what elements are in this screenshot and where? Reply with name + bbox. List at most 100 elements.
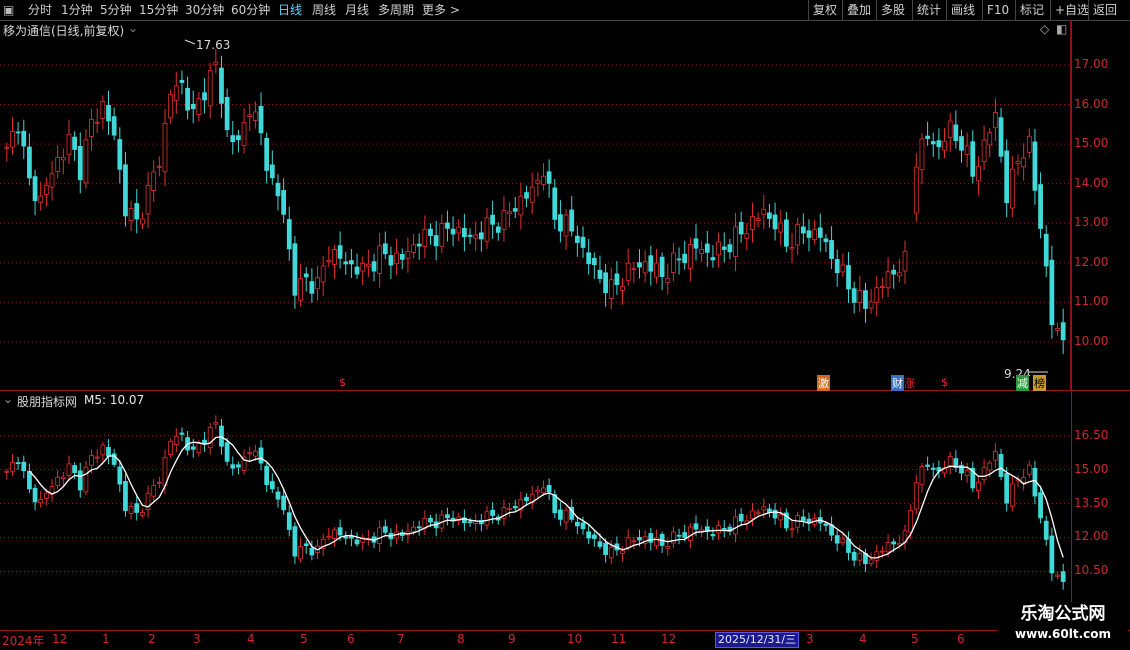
- candle-body: [377, 245, 383, 274]
- candle-body: [529, 186, 535, 203]
- indicator-tick-label: 13.50: [1074, 495, 1109, 510]
- marker-reduce[interactable]: 减: [1016, 375, 1029, 391]
- candle-body: [851, 551, 857, 561]
- candle-body: [281, 495, 286, 511]
- candle-body: [930, 467, 936, 470]
- time-tick-label: 3: [193, 632, 201, 646]
- price-tick-label: 12.00: [1074, 254, 1109, 269]
- candle-body: [880, 286, 885, 289]
- candle-body: [913, 166, 919, 214]
- candle-body: [354, 539, 360, 545]
- candle-body: [292, 526, 298, 557]
- candlestick-chart[interactable]: [0, 0, 1130, 650]
- candle-body: [998, 117, 1004, 157]
- candle-body: [755, 511, 761, 514]
- candle-body: [710, 257, 716, 261]
- candle-body: [930, 141, 936, 145]
- indicator-tick-label: 10.50: [1074, 563, 1109, 578]
- candle-body: [100, 444, 106, 456]
- time-tick-label: 4: [247, 632, 255, 646]
- candle-body: [1021, 477, 1027, 484]
- time-tick-label: 1: [102, 632, 110, 646]
- candle-body: [275, 182, 281, 197]
- candle-body: [699, 248, 705, 255]
- candle-body: [767, 212, 772, 219]
- candle-body: [286, 512, 292, 530]
- indicator-collapse-icon[interactable]: ⌄: [3, 392, 13, 406]
- candle-body: [885, 542, 891, 553]
- candle-body: [190, 103, 196, 110]
- candle-body: [156, 481, 162, 484]
- candle-body: [145, 184, 151, 215]
- candle-body: [72, 465, 77, 474]
- candle-body: [213, 61, 219, 66]
- candle-body: [970, 141, 976, 177]
- candle-body: [524, 192, 529, 199]
- candle-body: [38, 498, 44, 504]
- candle-body: [213, 422, 219, 425]
- candle-body: [343, 261, 349, 265]
- candle-body: [38, 195, 44, 203]
- candle-body: [354, 266, 360, 275]
- marker-list[interactable]: 榜: [1033, 375, 1046, 391]
- candle-body: [597, 269, 603, 279]
- candle-body: [541, 487, 546, 494]
- candle-body: [772, 509, 778, 519]
- marker-incentive[interactable]: 激: [817, 375, 830, 391]
- candle-body: [360, 263, 366, 272]
- candle-body: [156, 165, 162, 168]
- candle-body: [580, 236, 586, 248]
- marker-dollar[interactable]: $: [339, 376, 346, 389]
- marker-dollar-2[interactable]: $: [941, 376, 948, 389]
- candle-body: [10, 461, 15, 472]
- candle-body: [693, 238, 699, 249]
- candle-body: [60, 476, 66, 479]
- candle-body: [21, 130, 27, 147]
- candle-body: [207, 70, 213, 107]
- candle-body: [987, 462, 993, 471]
- candle-body: [829, 240, 834, 259]
- candle-body: [106, 447, 111, 457]
- marker-finance[interactable]: 财: [891, 375, 904, 391]
- indicator-title: 股朋指标网: [17, 395, 78, 409]
- candle-body: [185, 87, 190, 111]
- time-tick-label: 7: [397, 632, 405, 646]
- candle-body: [72, 136, 77, 150]
- candle-body: [591, 534, 597, 539]
- candle-body: [902, 250, 908, 272]
- candle-body: [563, 214, 569, 237]
- candle-body: [733, 516, 738, 535]
- candle-body: [422, 228, 428, 247]
- candle-body: [942, 140, 947, 151]
- candle-body: [117, 139, 123, 170]
- candle-body: [1055, 328, 1060, 331]
- candle-body: [27, 470, 32, 490]
- marker-rise[interactable]: 涨: [904, 375, 915, 391]
- candle-body: [236, 464, 241, 468]
- candle-body: [676, 258, 682, 261]
- indicator-gridlines: [0, 435, 1070, 572]
- candle-body: [140, 512, 145, 516]
- candle-body: [800, 226, 806, 234]
- candle-body: [750, 216, 755, 230]
- candle-body: [976, 165, 981, 182]
- candle-body: [258, 105, 264, 134]
- candle-body: [687, 243, 693, 269]
- candle-body: [880, 550, 885, 553]
- candle-body: [507, 507, 512, 510]
- candle-body: [535, 489, 541, 493]
- candle-body: [428, 517, 433, 523]
- candle-body: [834, 259, 840, 274]
- candle-body: [320, 265, 326, 283]
- candle-body: [518, 195, 524, 216]
- ma5-value: M5: 10.07: [84, 393, 145, 407]
- candle-body: [812, 229, 817, 240]
- time-tick-label: 8: [457, 632, 465, 646]
- time-tick-label: 6: [957, 632, 965, 646]
- candle-body: [219, 67, 224, 104]
- high-price-label: 17.63: [196, 38, 231, 52]
- candle-body: [134, 503, 140, 513]
- candle-body: [693, 523, 699, 530]
- candle-body: [761, 506, 767, 511]
- candle-body: [750, 510, 755, 519]
